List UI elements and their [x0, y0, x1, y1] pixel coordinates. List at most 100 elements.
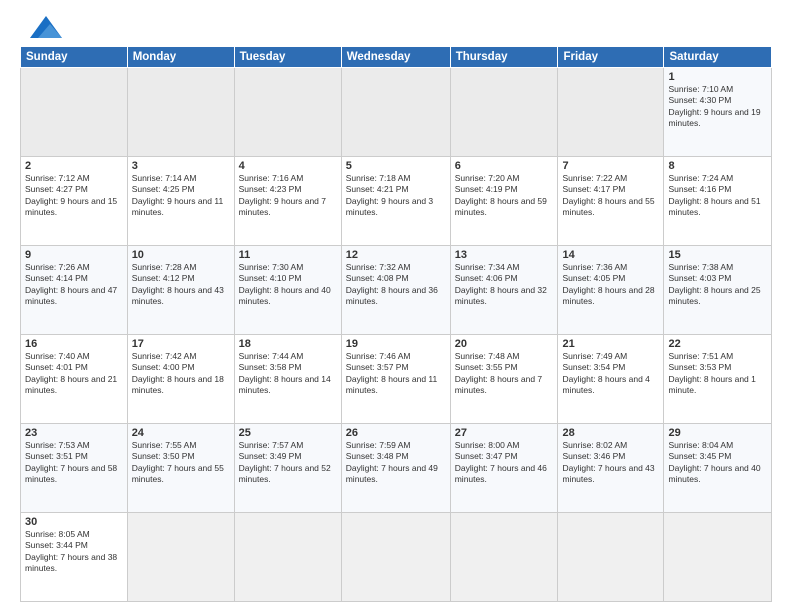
day-number: 3 — [132, 160, 230, 172]
calendar-cell: 1Sunrise: 7:10 AM Sunset: 4:30 PM Daylig… — [664, 68, 772, 157]
calendar-week-1: 2Sunrise: 7:12 AM Sunset: 4:27 PM Daylig… — [21, 157, 772, 246]
day-info: Sunrise: 7:10 AM Sunset: 4:30 PM Dayligh… — [668, 84, 767, 130]
day-number: 20 — [455, 338, 554, 350]
calendar-cell: 15Sunrise: 7:38 AM Sunset: 4:03 PM Dayli… — [664, 246, 772, 335]
day-number: 24 — [132, 427, 230, 439]
day-number: 7 — [562, 160, 659, 172]
day-info: Sunrise: 7:42 AM Sunset: 4:00 PM Dayligh… — [132, 351, 230, 397]
day-number: 25 — [239, 427, 337, 439]
day-info: Sunrise: 7:44 AM Sunset: 3:58 PM Dayligh… — [239, 351, 337, 397]
calendar-cell — [234, 68, 341, 157]
day-info: Sunrise: 7:49 AM Sunset: 3:54 PM Dayligh… — [562, 351, 659, 397]
day-number: 28 — [562, 427, 659, 439]
calendar-cell: 18Sunrise: 7:44 AM Sunset: 3:58 PM Dayli… — [234, 335, 341, 424]
calendar-cell — [341, 68, 450, 157]
day-number: 2 — [25, 160, 123, 172]
day-number: 17 — [132, 338, 230, 350]
calendar-cell: 16Sunrise: 7:40 AM Sunset: 4:01 PM Dayli… — [21, 335, 128, 424]
calendar-cell — [450, 513, 558, 602]
calendar-cell: 29Sunrise: 8:04 AM Sunset: 3:45 PM Dayli… — [664, 424, 772, 513]
day-number: 30 — [25, 516, 123, 528]
calendar-cell: 24Sunrise: 7:55 AM Sunset: 3:50 PM Dayli… — [127, 424, 234, 513]
day-info: Sunrise: 7:51 AM Sunset: 3:53 PM Dayligh… — [668, 351, 767, 397]
day-number: 19 — [346, 338, 446, 350]
day-info: Sunrise: 7:26 AM Sunset: 4:14 PM Dayligh… — [25, 262, 123, 308]
day-info: Sunrise: 7:48 AM Sunset: 3:55 PM Dayligh… — [455, 351, 554, 397]
calendar-cell: 10Sunrise: 7:28 AM Sunset: 4:12 PM Dayli… — [127, 246, 234, 335]
day-info: Sunrise: 7:30 AM Sunset: 4:10 PM Dayligh… — [239, 262, 337, 308]
calendar-cell — [127, 513, 234, 602]
calendar-cell: 21Sunrise: 7:49 AM Sunset: 3:54 PM Dayli… — [558, 335, 664, 424]
day-header-thursday: Thursday — [450, 47, 558, 68]
calendar-cell: 19Sunrise: 7:46 AM Sunset: 3:57 PM Dayli… — [341, 335, 450, 424]
calendar-cell: 8Sunrise: 7:24 AM Sunset: 4:16 PM Daylig… — [664, 157, 772, 246]
day-info: Sunrise: 7:16 AM Sunset: 4:23 PM Dayligh… — [239, 173, 337, 219]
logo-icon — [30, 16, 62, 38]
day-number: 8 — [668, 160, 767, 172]
calendar-cell: 28Sunrise: 8:02 AM Sunset: 3:46 PM Dayli… — [558, 424, 664, 513]
day-header-saturday: Saturday — [664, 47, 772, 68]
day-number: 21 — [562, 338, 659, 350]
calendar-cell: 25Sunrise: 7:57 AM Sunset: 3:49 PM Dayli… — [234, 424, 341, 513]
day-info: Sunrise: 8:04 AM Sunset: 3:45 PM Dayligh… — [668, 440, 767, 486]
day-info: Sunrise: 7:57 AM Sunset: 3:49 PM Dayligh… — [239, 440, 337, 486]
calendar-cell — [341, 513, 450, 602]
calendar-cell: 27Sunrise: 8:00 AM Sunset: 3:47 PM Dayli… — [450, 424, 558, 513]
calendar-cell: 23Sunrise: 7:53 AM Sunset: 3:51 PM Dayli… — [21, 424, 128, 513]
day-info: Sunrise: 7:38 AM Sunset: 4:03 PM Dayligh… — [668, 262, 767, 308]
day-header-friday: Friday — [558, 47, 664, 68]
calendar-cell: 11Sunrise: 7:30 AM Sunset: 4:10 PM Dayli… — [234, 246, 341, 335]
logo — [20, 16, 62, 38]
calendar-cell — [234, 513, 341, 602]
calendar-cell: 6Sunrise: 7:20 AM Sunset: 4:19 PM Daylig… — [450, 157, 558, 246]
day-number: 5 — [346, 160, 446, 172]
calendar-cell — [558, 513, 664, 602]
calendar-cell — [450, 68, 558, 157]
day-info: Sunrise: 7:22 AM Sunset: 4:17 PM Dayligh… — [562, 173, 659, 219]
page: SundayMondayTuesdayWednesdayThursdayFrid… — [0, 0, 792, 612]
calendar-cell: 13Sunrise: 7:34 AM Sunset: 4:06 PM Dayli… — [450, 246, 558, 335]
calendar-cell: 22Sunrise: 7:51 AM Sunset: 3:53 PM Dayli… — [664, 335, 772, 424]
day-number: 9 — [25, 249, 123, 261]
calendar-cell: 30Sunrise: 8:05 AM Sunset: 3:44 PM Dayli… — [21, 513, 128, 602]
calendar-week-4: 23Sunrise: 7:53 AM Sunset: 3:51 PM Dayli… — [21, 424, 772, 513]
day-info: Sunrise: 7:59 AM Sunset: 3:48 PM Dayligh… — [346, 440, 446, 486]
calendar-cell: 4Sunrise: 7:16 AM Sunset: 4:23 PM Daylig… — [234, 157, 341, 246]
calendar-cell: 17Sunrise: 7:42 AM Sunset: 4:00 PM Dayli… — [127, 335, 234, 424]
day-info: Sunrise: 7:36 AM Sunset: 4:05 PM Dayligh… — [562, 262, 659, 308]
calendar-cell: 2Sunrise: 7:12 AM Sunset: 4:27 PM Daylig… — [21, 157, 128, 246]
day-number: 13 — [455, 249, 554, 261]
calendar-cell: 5Sunrise: 7:18 AM Sunset: 4:21 PM Daylig… — [341, 157, 450, 246]
day-info: Sunrise: 8:02 AM Sunset: 3:46 PM Dayligh… — [562, 440, 659, 486]
day-number: 4 — [239, 160, 337, 172]
calendar-cell: 14Sunrise: 7:36 AM Sunset: 4:05 PM Dayli… — [558, 246, 664, 335]
day-header-wednesday: Wednesday — [341, 47, 450, 68]
calendar-header-row: SundayMondayTuesdayWednesdayThursdayFrid… — [21, 47, 772, 68]
day-number: 15 — [668, 249, 767, 261]
calendar-cell: 26Sunrise: 7:59 AM Sunset: 3:48 PM Dayli… — [341, 424, 450, 513]
day-info: Sunrise: 7:32 AM Sunset: 4:08 PM Dayligh… — [346, 262, 446, 308]
calendar-cell: 7Sunrise: 7:22 AM Sunset: 4:17 PM Daylig… — [558, 157, 664, 246]
day-number: 10 — [132, 249, 230, 261]
day-number: 22 — [668, 338, 767, 350]
calendar-cell — [664, 513, 772, 602]
calendar: SundayMondayTuesdayWednesdayThursdayFrid… — [20, 46, 772, 602]
day-info: Sunrise: 7:55 AM Sunset: 3:50 PM Dayligh… — [132, 440, 230, 486]
day-header-monday: Monday — [127, 47, 234, 68]
calendar-cell: 20Sunrise: 7:48 AM Sunset: 3:55 PM Dayli… — [450, 335, 558, 424]
calendar-week-5: 30Sunrise: 8:05 AM Sunset: 3:44 PM Dayli… — [21, 513, 772, 602]
day-number: 23 — [25, 427, 123, 439]
day-number: 16 — [25, 338, 123, 350]
day-number: 27 — [455, 427, 554, 439]
day-info: Sunrise: 7:28 AM Sunset: 4:12 PM Dayligh… — [132, 262, 230, 308]
day-number: 11 — [239, 249, 337, 261]
day-number: 29 — [668, 427, 767, 439]
calendar-week-3: 16Sunrise: 7:40 AM Sunset: 4:01 PM Dayli… — [21, 335, 772, 424]
day-info: Sunrise: 7:34 AM Sunset: 4:06 PM Dayligh… — [455, 262, 554, 308]
calendar-week-2: 9Sunrise: 7:26 AM Sunset: 4:14 PM Daylig… — [21, 246, 772, 335]
day-header-sunday: Sunday — [21, 47, 128, 68]
day-info: Sunrise: 7:46 AM Sunset: 3:57 PM Dayligh… — [346, 351, 446, 397]
day-number: 6 — [455, 160, 554, 172]
day-info: Sunrise: 7:18 AM Sunset: 4:21 PM Dayligh… — [346, 173, 446, 219]
calendar-week-0: 1Sunrise: 7:10 AM Sunset: 4:30 PM Daylig… — [21, 68, 772, 157]
